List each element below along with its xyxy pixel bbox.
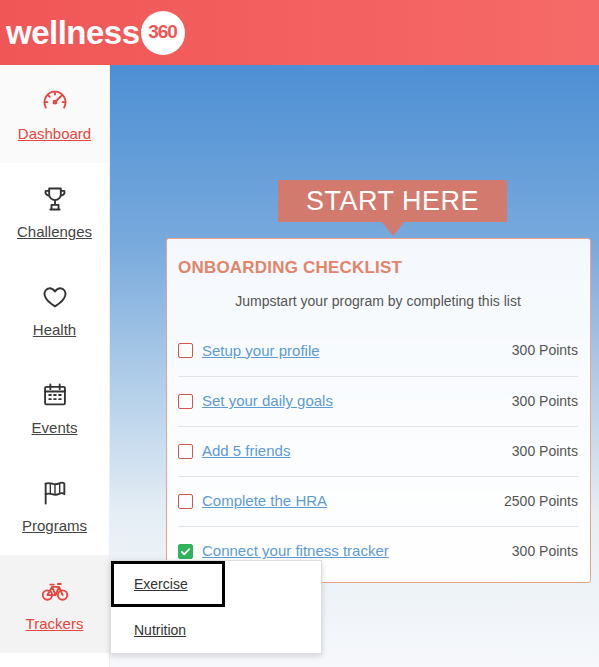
onboarding-checklist: ONBOARDING CHECKLIST Jumpstart your progr… [166,238,591,583]
logo[interactable]: wellness360 [6,11,185,55]
checklist-link[interactable]: Setup your profile [202,340,320,363]
checkmark-icon [180,546,191,557]
checklist-row[interactable]: Setup your profile 300 Points [178,326,578,376]
sidebar-label: Events [32,417,78,440]
menu-item[interactable]: Exercise [111,561,225,607]
checklist-link[interactable]: Add 5 friends [202,440,290,463]
checkered-flag-icon [41,479,69,507]
logo-text: wellness [6,16,140,49]
sidebar-label: Programs [22,515,87,538]
checklist-link[interactable]: Complete the HRA [202,490,327,513]
sidebar-label: Trackers [26,613,84,636]
checkbox[interactable] [178,343,193,358]
sidebar-item[interactable]: Dashboard [0,65,109,163]
trophy-icon [41,185,69,213]
sidebar-item[interactable]: Events [0,359,109,457]
sidebar-label: Dashboard [18,123,91,146]
top-bar: wellness360 [0,0,599,65]
points: 300 Points [504,391,578,412]
points: 300 Points [504,340,578,361]
checkbox[interactable] [178,544,193,559]
sidebar-item[interactable]: Challenges [0,163,109,261]
sidebar-label: Challenges [17,221,92,244]
calendar-icon [41,381,69,409]
points: 300 Points [504,441,578,462]
checklist-link[interactable]: Set your daily goals [202,390,333,413]
menu-item[interactable]: Nutrition [111,607,321,653]
menu-label: Exercise [134,574,188,595]
trackers-menu: Exercise Nutrition [110,560,322,654]
checklist-row[interactable]: Complete the HRA 2500 Points [178,476,578,526]
checklist-row[interactable]: Set your daily goals 300 Points [178,376,578,426]
sidebar: Dashboard Challenges Health Events Programs T… [0,65,110,667]
sidebar-item[interactable]: Programs [0,457,109,555]
checklist-subtitle: Jumpstart your program by completing thi… [178,291,578,312]
sidebar-label: Health [33,319,76,342]
checklist-title: ONBOARDING CHECKLIST [178,255,578,281]
checklist-row[interactable]: Add 5 friends 300 Points [178,426,578,476]
heart-icon [41,283,69,311]
start-banner: START HERE [166,180,591,236]
points: 300 Points [504,541,578,562]
dashboard-gauge-icon [41,87,69,115]
logo-badge: 360 [141,11,185,55]
start-here-banner: START HERE [278,180,507,222]
checkbox[interactable] [178,394,193,409]
checkbox[interactable] [178,494,193,509]
banner-pointer [382,222,404,236]
sidebar-item[interactable]: Trackers [0,555,109,653]
menu-label: Nutrition [134,620,186,641]
bicycle-icon [41,577,69,605]
checkbox[interactable] [178,444,193,459]
sidebar-item[interactable]: Health [0,261,109,359]
points: 2500 Points [496,491,578,512]
